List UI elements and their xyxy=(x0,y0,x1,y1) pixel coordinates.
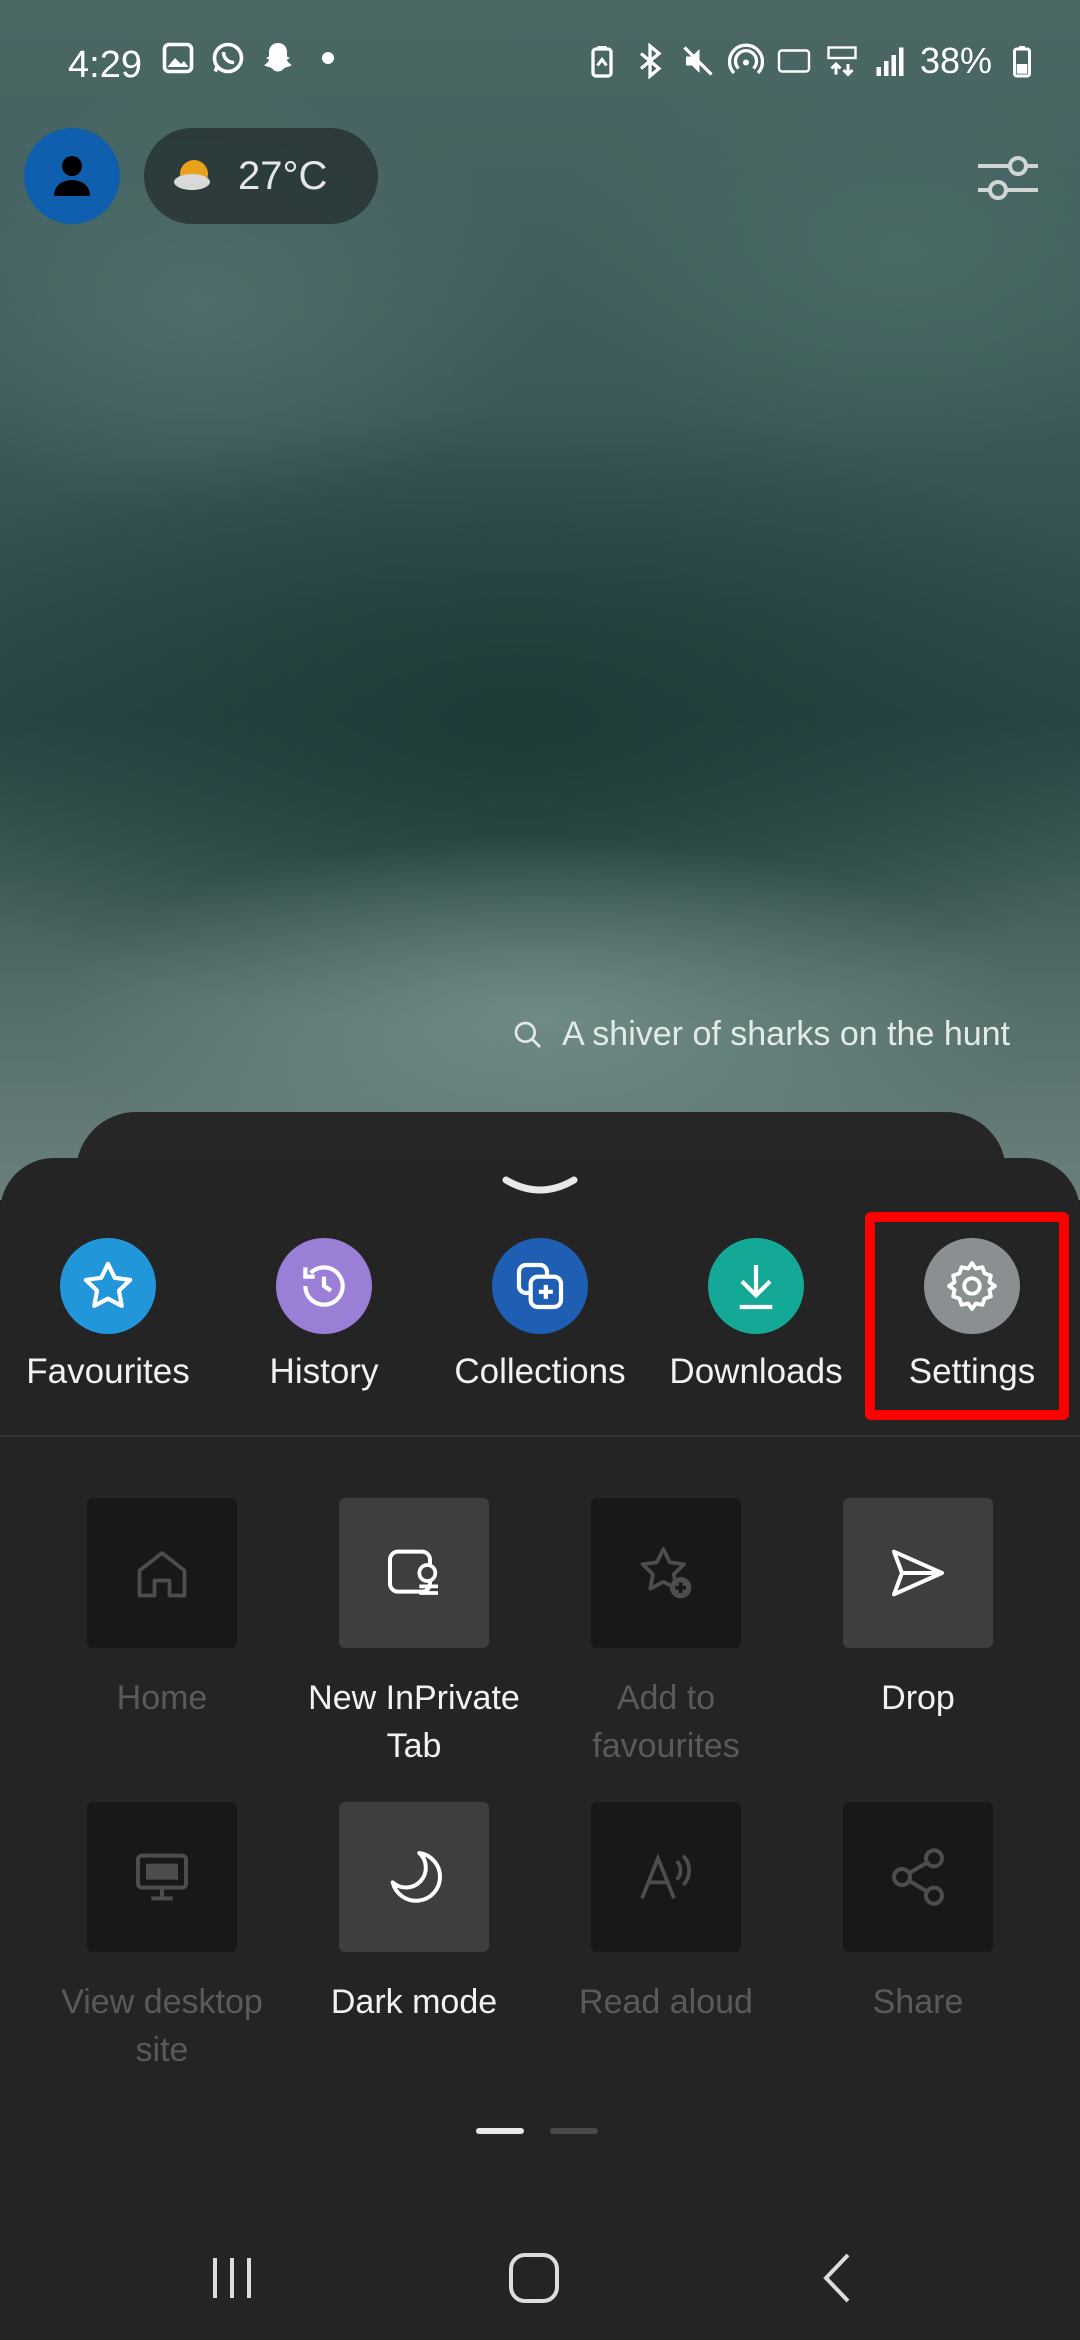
back-nav-button[interactable] xyxy=(748,2216,928,2340)
quick-collections-button[interactable]: Collections xyxy=(432,1238,648,1392)
collections-icon xyxy=(516,1262,564,1310)
sheet-handle[interactable] xyxy=(502,1172,578,1202)
battery-icon xyxy=(1013,46,1031,78)
recent-apps-button[interactable] xyxy=(142,2216,322,2340)
volte-icon xyxy=(777,49,811,73)
add-favourite-icon xyxy=(640,1547,692,1599)
home-label: Home xyxy=(116,1679,208,1717)
settings-highlight-box xyxy=(865,1212,1069,1420)
notification-icons xyxy=(160,40,346,76)
menu-new-inprivate-tab-button[interactable]: New InPrivate Tab xyxy=(288,1498,540,1770)
dark-mode-label: Dark mode xyxy=(330,1983,498,2021)
menu-read-aloud-button[interactable]: Read aloud xyxy=(540,1802,792,2026)
menu-sheet: Favourites History Collections Downloads… xyxy=(0,1158,1080,2340)
inprivate-tile xyxy=(339,1498,489,1648)
collections-circle xyxy=(492,1238,588,1334)
battery-saver-icon xyxy=(591,46,613,78)
home-icon xyxy=(137,1551,187,1598)
read-aloud-icon xyxy=(640,1853,691,1900)
weather-widget[interactable]: 27°C xyxy=(144,128,378,224)
gallery-icon xyxy=(162,42,194,74)
menu-view-desktop-site-button[interactable]: View desktop site xyxy=(36,1802,288,2074)
desktop-tile xyxy=(87,1802,237,1952)
drop-tile xyxy=(843,1498,993,1648)
read-aloud-label: Read aloud xyxy=(579,1983,753,2021)
menu-share-button[interactable]: Share xyxy=(792,1802,1044,2026)
quick-favourites-button[interactable]: Favourites xyxy=(0,1238,216,1392)
caption-text: A shiver of sharks on the hunt xyxy=(562,1015,1010,1053)
history-icon xyxy=(303,1265,345,1307)
page-indicator xyxy=(476,2128,598,2134)
battery-percent: 38% xyxy=(919,40,992,81)
favourites-label: Favourites xyxy=(26,1352,190,1391)
read-aloud-tile xyxy=(591,1802,741,1952)
menu-dark-mode-button[interactable]: Dark mode xyxy=(288,1802,540,2026)
menu-add-to-favourites-button[interactable]: Add to favourites xyxy=(540,1498,792,1770)
home-circle-icon xyxy=(509,2253,559,2303)
history-circle xyxy=(276,1238,372,1334)
status-bar: 4:29 38% xyxy=(0,0,1080,130)
quick-downloads-button[interactable]: Downloads xyxy=(648,1238,864,1392)
menu-home-button[interactable]: Home xyxy=(36,1498,288,1722)
share-icon xyxy=(892,1848,944,1906)
add-favourites-tile xyxy=(591,1498,741,1648)
desktop-label: View desktop site xyxy=(61,1983,263,2069)
status-time: 4:29 xyxy=(68,44,142,86)
quick-history-button[interactable]: History xyxy=(216,1238,432,1392)
divider xyxy=(0,1435,1080,1437)
page-settings-icon[interactable] xyxy=(976,148,1040,208)
signal-icon xyxy=(876,47,904,76)
hotspot-icon xyxy=(727,43,764,75)
home-tile xyxy=(87,1498,237,1648)
person-icon xyxy=(54,156,90,196)
menu-drop-button[interactable]: Drop xyxy=(792,1498,1044,1722)
page-dot-2[interactable] xyxy=(550,2128,598,2134)
whatsapp-icon xyxy=(212,42,244,74)
dark-mode-tile xyxy=(339,1802,489,1952)
downloads-circle xyxy=(708,1238,804,1334)
download-icon xyxy=(739,1265,773,1310)
share-tile xyxy=(843,1802,993,1952)
downloads-label: Downloads xyxy=(669,1352,843,1391)
page-dot-1[interactable] xyxy=(476,2128,524,2134)
drop-label: Drop xyxy=(881,1679,955,1717)
profile-avatar-button[interactable] xyxy=(24,128,120,224)
recent-apps-icon xyxy=(213,2258,251,2298)
dot-icon xyxy=(322,52,334,64)
collections-label: Collections xyxy=(454,1352,626,1391)
add-favourites-label: Add to favourites xyxy=(592,1679,740,1765)
system-nav-bar xyxy=(0,2216,1080,2340)
temperature: 27°C xyxy=(238,153,328,198)
image-caption-link[interactable]: A shiver of sharks on the hunt xyxy=(512,1015,1010,1054)
send-icon xyxy=(892,1549,944,1597)
system-icons: 38% xyxy=(584,40,1040,82)
partly-cloudy-icon xyxy=(174,160,210,190)
inprivate-label: New InPrivate Tab xyxy=(308,1679,520,1765)
moon-icon xyxy=(390,1851,442,1903)
share-label: Share xyxy=(872,1983,964,2021)
favourites-circle xyxy=(60,1238,156,1334)
back-icon xyxy=(823,2253,850,2303)
snapchat-icon xyxy=(264,43,292,72)
mute-icon xyxy=(683,46,713,76)
bluetooth-icon xyxy=(639,43,662,79)
history-label: History xyxy=(269,1352,379,1391)
inprivate-tab-icon xyxy=(388,1549,438,1595)
search-icon xyxy=(514,1021,542,1048)
desktop-icon xyxy=(136,1853,188,1901)
lte-icon xyxy=(827,46,857,77)
star-icon xyxy=(83,1261,133,1308)
home-nav-button[interactable] xyxy=(444,2216,624,2340)
